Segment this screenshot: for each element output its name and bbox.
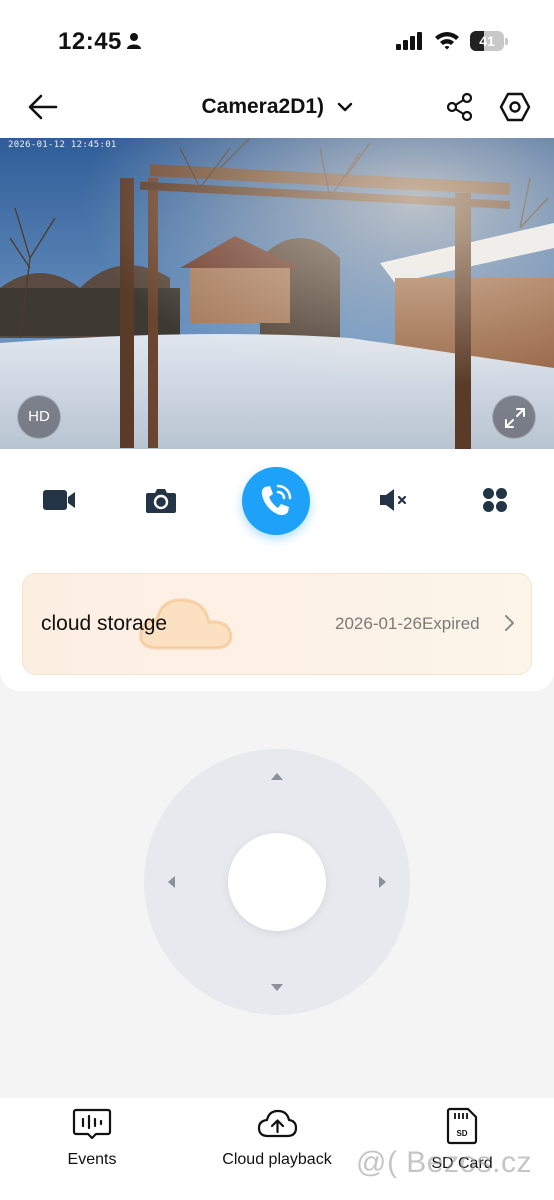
chevron-right-icon (505, 615, 514, 631)
watermark-text: @( Bezos.cz (356, 1146, 532, 1179)
fullscreen-icon (505, 408, 525, 428)
cloud-storage-banner[interactable]: cloud storage 2026-01-26Expired (22, 573, 532, 675)
ptz-right-arrow[interactable] (375, 875, 389, 889)
person-icon (127, 33, 141, 49)
battery-level: 41 (479, 33, 495, 49)
sd-card-icon: SD (446, 1107, 478, 1145)
nav-bar: Camera2D1) (0, 82, 554, 138)
controls-card: cloud storage 2026-01-26Expired (0, 449, 554, 691)
more-icon[interactable] (482, 487, 508, 513)
tab-events[interactable]: Events (42, 1098, 142, 1200)
talk-button[interactable] (242, 467, 310, 535)
tab-events-label: Events (67, 1151, 117, 1168)
battery-indicator: 41 (470, 31, 510, 51)
snapshot-icon[interactable] (145, 486, 177, 514)
tab-cloud-playback[interactable]: Cloud playback (207, 1098, 347, 1200)
talk-icon (261, 484, 292, 516)
share-icon[interactable] (446, 92, 474, 122)
signal-icon (396, 32, 422, 50)
status-time: 12:45 (58, 28, 122, 55)
ptz-joystick[interactable] (144, 749, 410, 1015)
cloud-storage-status: 2026-01-26Expired (335, 614, 480, 633)
tab-cloud-playback-label: Cloud playback (222, 1151, 332, 1168)
hd-toggle-button[interactable]: HD (17, 395, 61, 439)
cloud-upload-icon (257, 1109, 298, 1138)
ptz-down-arrow[interactable] (270, 981, 284, 995)
cloud-storage-label: cloud storage (41, 612, 168, 635)
fullscreen-button[interactable] (492, 395, 536, 439)
status-bar: 12:45 41 (0, 0, 554, 82)
ptz-center-knob[interactable] (228, 833, 326, 931)
page-title: Camera2D1) (201, 95, 325, 118)
chevron-down-icon (337, 103, 352, 112)
camera-image (0, 138, 554, 449)
back-arrow-icon[interactable] (26, 92, 62, 122)
video-timestamp: 2026-01-12 12:45:01 (8, 140, 117, 150)
camera-selector[interactable]: Camera2D1) (150, 92, 404, 122)
ptz-left-arrow[interactable] (165, 875, 179, 889)
settings-icon[interactable] (499, 91, 531, 123)
mute-icon[interactable] (378, 487, 408, 513)
camera-live-view[interactable]: 2026-01-12 12:45:01 (0, 138, 554, 449)
events-icon (72, 1108, 112, 1140)
svg-text:SD: SD (456, 1129, 467, 1138)
ptz-up-arrow[interactable] (270, 769, 284, 783)
wifi-icon (435, 32, 459, 50)
record-video-icon[interactable] (42, 487, 76, 513)
